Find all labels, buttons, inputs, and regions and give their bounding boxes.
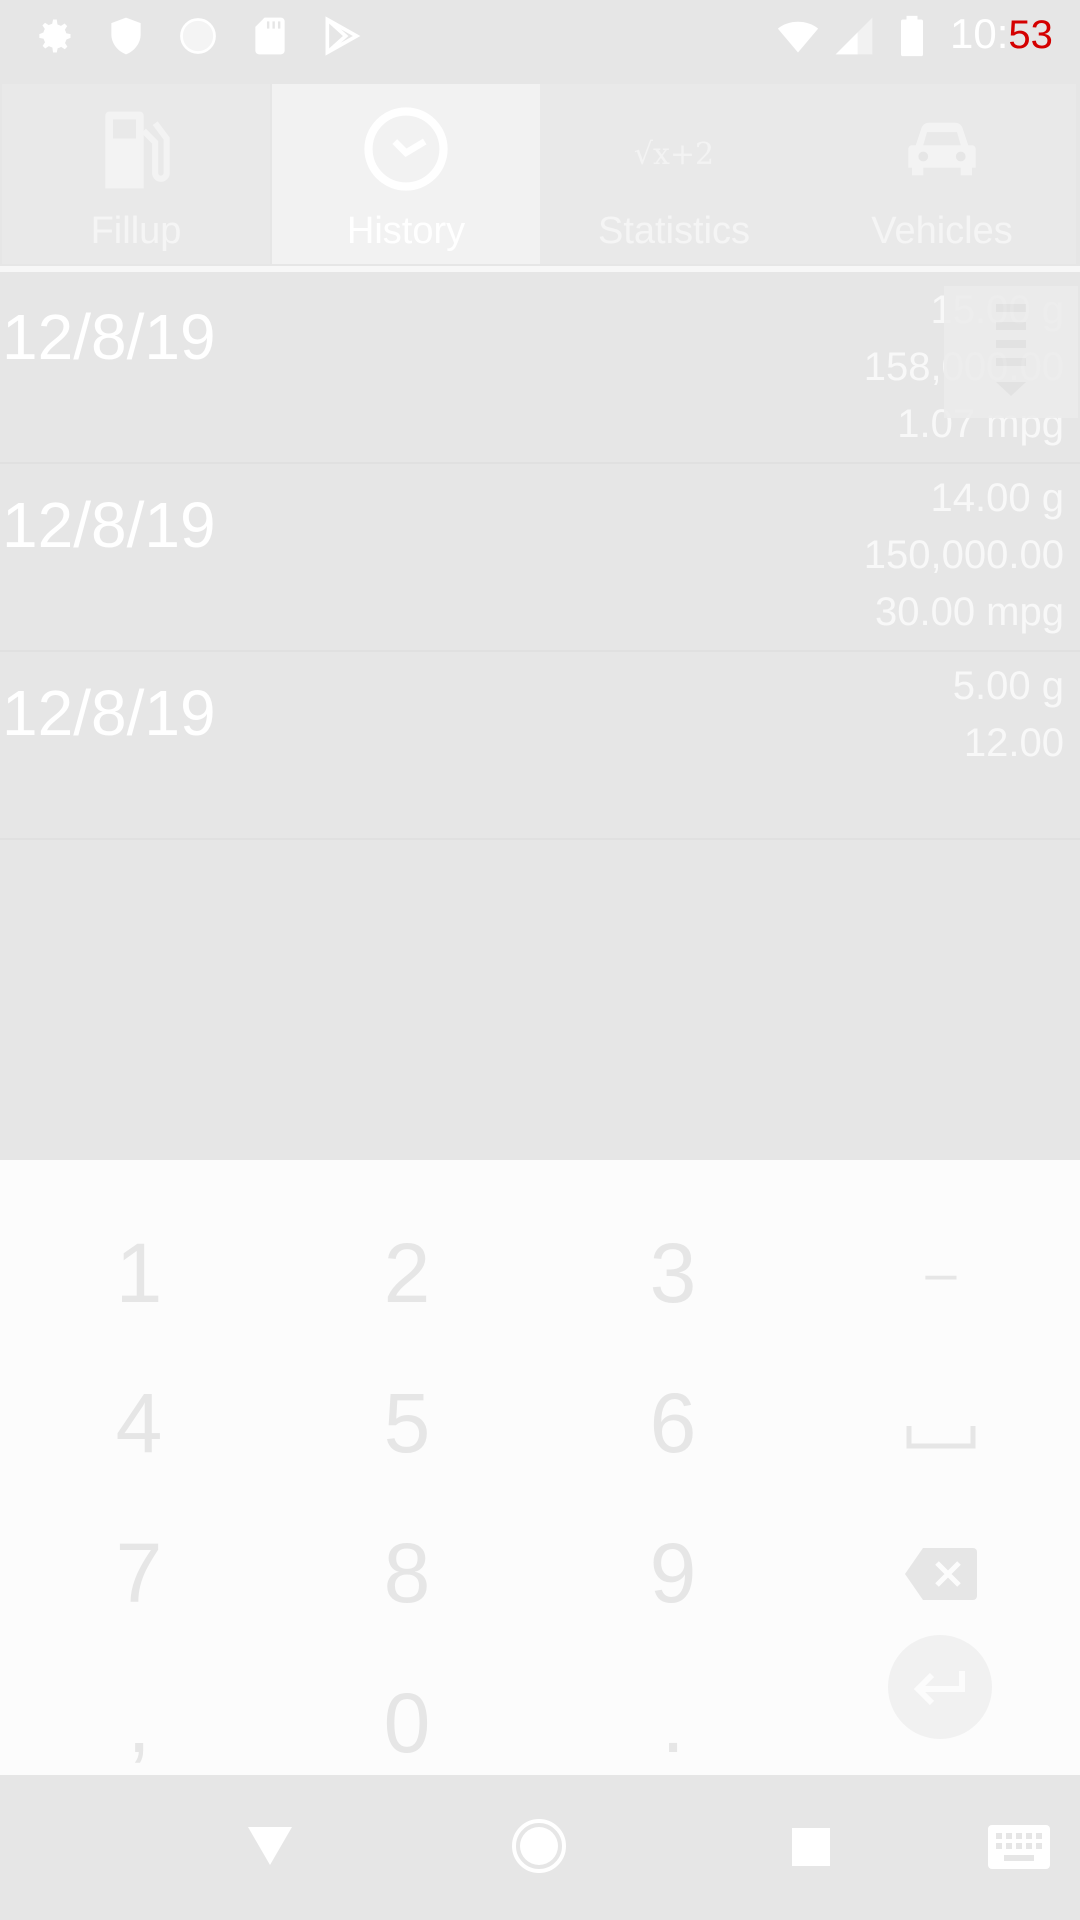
key-9[interactable]: 9 [538,1498,808,1648]
history-row[interactable]: 12/8/19 15.00 g 158,000.00 1.07 mpg [0,276,1080,464]
key-5[interactable]: 5 [272,1348,542,1498]
tab-statistics[interactable]: √x+2 Statistics [540,84,808,264]
tab-fillup[interactable]: Fillup [2,84,270,264]
enter-icon [913,1671,965,1706]
scroll-handle[interactable] [944,286,1078,418]
back-icon[interactable] [248,1827,292,1867]
row-date: 12/8/19 [2,677,216,749]
key-6[interactable]: 6 [538,1348,808,1498]
key-3[interactable]: 3 [538,1198,808,1348]
status-bar: 10:53 [0,0,1080,72]
key-7[interactable]: 7 [4,1498,274,1648]
tab-bar: Fillup History √x+2 Statistics Vehicles [0,84,1080,272]
drag-handle-icon [996,304,1026,396]
history-row[interactable]: 12/8/19 5.00 g 12.00 [0,652,1080,840]
tab-history[interactable]: History [272,84,540,264]
key-backspace[interactable] [806,1498,1076,1648]
navigation-bar [0,1775,1080,1920]
key-enter[interactable] [888,1635,992,1739]
key-minus[interactable]: – [806,1198,1076,1348]
car-icon [908,122,976,176]
battery-icon [901,15,923,57]
key-1[interactable]: 1 [4,1198,274,1348]
keyboard-icon[interactable] [988,1825,1050,1869]
status-clock: 10:53 [950,10,1053,57]
row-mpg: 30.00 mpg [874,590,1064,634]
circle-icon [180,18,216,54]
fuel-pump-icon [105,111,170,189]
row-odometer: 150,000.00 [863,533,1064,577]
row-values: 14.00 g 150,000.00 30.00 mpg [864,470,1064,641]
space-icon [906,1426,976,1449]
numeric-keyboard: 1 2 3 – 4 5 6 7 8 9 , 0 . [0,1160,1080,1775]
row-gallons: 5.00 g [952,664,1064,708]
backspace-icon [905,1548,977,1600]
row-date: 12/8/19 [2,489,216,561]
svg-text:√x+2: √x+2 [634,137,714,172]
row-odometer: 12.00 [963,721,1064,765]
shield-icon [111,17,141,55]
key-2[interactable]: 2 [272,1198,542,1348]
key-4[interactable]: 4 [4,1348,274,1498]
sdcard-icon [255,17,285,55]
play-store-icon [325,16,361,56]
home-icon[interactable] [511,1818,567,1874]
row-date: 12/8/19 [2,301,216,373]
formula-icon: √x+2 [634,137,714,172]
wifi-icon [777,21,819,53]
tab-vehicles[interactable]: Vehicles [808,84,1076,264]
recents-icon[interactable] [792,1828,830,1866]
key-8[interactable]: 8 [272,1498,542,1648]
row-values: 5.00 g 12.00 [953,658,1064,772]
history-row[interactable]: 12/8/19 14.00 g 150,000.00 30.00 mpg [0,464,1080,652]
gear-icon [39,19,71,53]
clock-icon [364,107,448,191]
key-space[interactable] [806,1348,1076,1498]
signal-icon [835,17,873,55]
row-gallons: 14.00 g [930,476,1064,520]
tab-underline [0,266,1080,272]
